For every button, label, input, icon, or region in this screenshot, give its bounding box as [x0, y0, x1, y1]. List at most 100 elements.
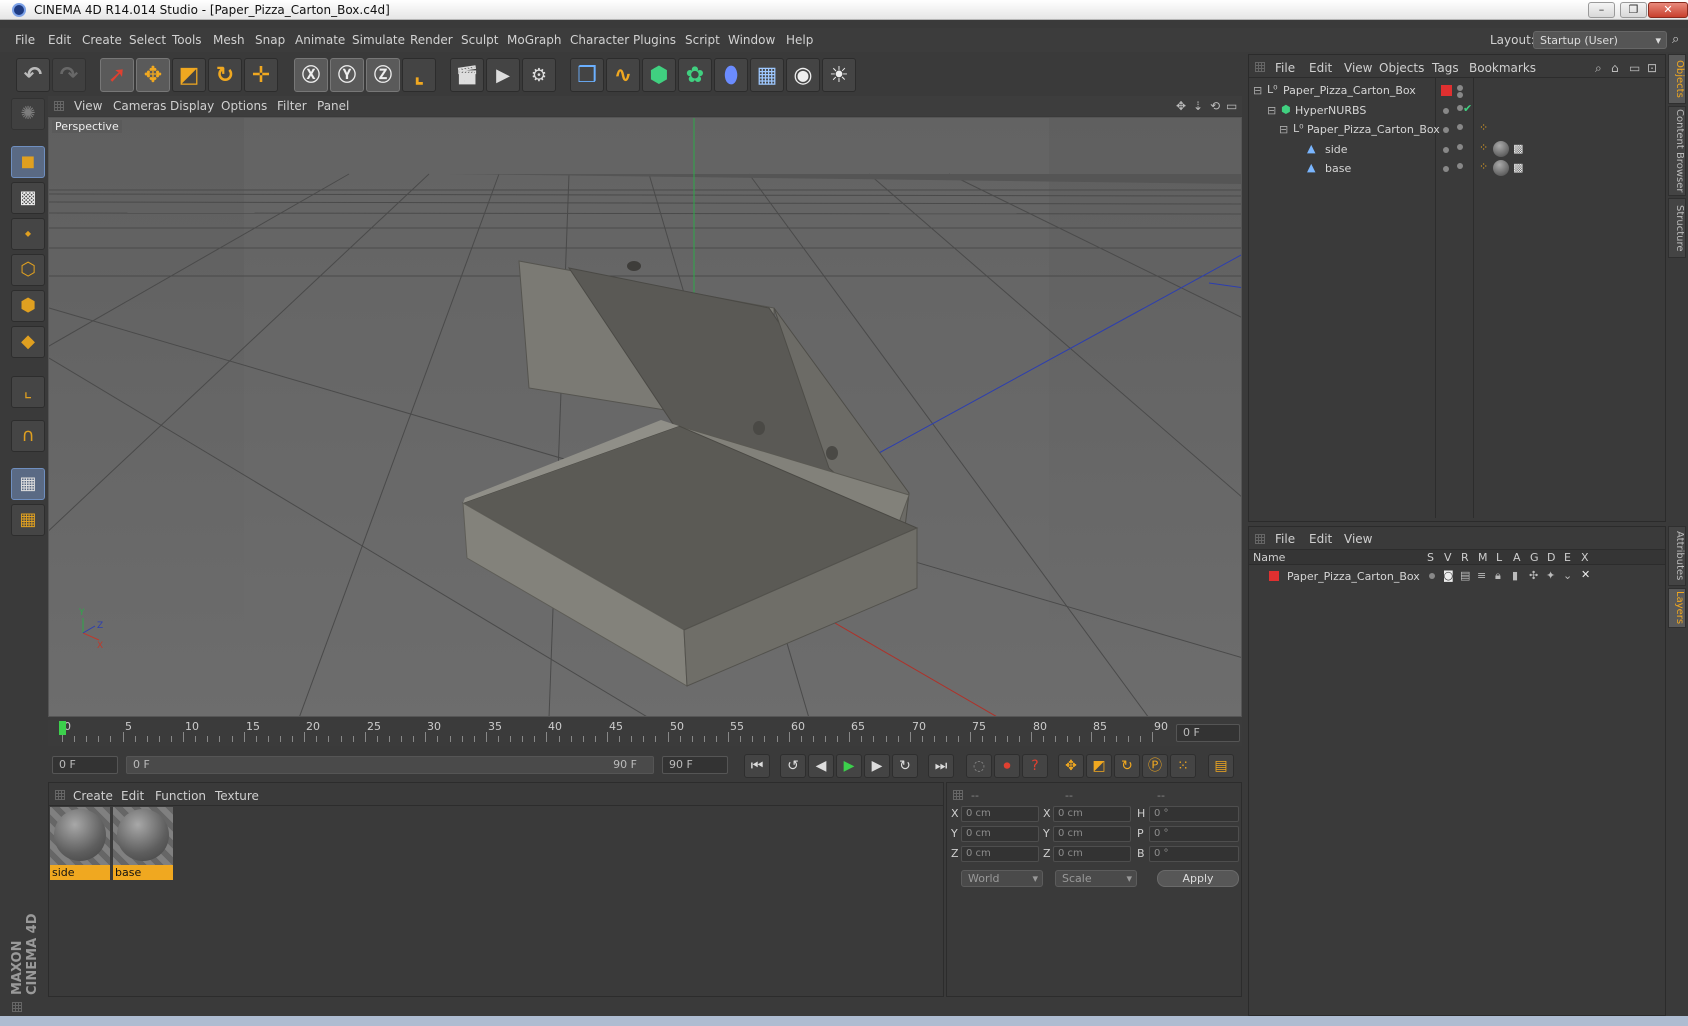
- x-axis-lock-button[interactable]: Ⓧ: [294, 58, 328, 92]
- current-frame-field[interactable]: 0 F: [1176, 724, 1240, 742]
- move-tool-button[interactable]: ✥: [136, 58, 170, 92]
- pan-view-icon[interactable]: ✥: [1176, 99, 1186, 113]
- phong-tag-icon[interactable]: ⁘: [1479, 141, 1488, 154]
- add-nurbs-button[interactable]: ⬢: [642, 58, 676, 92]
- go-to-start-button[interactable]: ⏮: [744, 754, 770, 778]
- home-icon[interactable]: ⌂: [1611, 61, 1619, 75]
- object-menu-objects[interactable]: Objects: [1379, 61, 1424, 75]
- record-active-objects-button[interactable]: ◌: [966, 754, 992, 778]
- add-cube-button[interactable]: ❒: [570, 58, 604, 92]
- autokeying-button[interactable]: ⏺: [994, 754, 1020, 778]
- editor-visibility-dot[interactable]: [1443, 127, 1449, 133]
- rotate-tool-button[interactable]: ↻: [208, 58, 242, 92]
- object-row[interactable]: ⊟ L⁰ Paper_Pizza_Carton_Box ⁘: [1249, 120, 1667, 139]
- material-tag-icon[interactable]: [1493, 160, 1509, 176]
- coordinate-mode-dropdown[interactable]: World ▾: [961, 870, 1043, 887]
- layer-menu-edit[interactable]: Edit: [1309, 532, 1332, 546]
- column-render[interactable]: R: [1461, 551, 1469, 564]
- menu-snap[interactable]: Snap: [255, 33, 285, 47]
- play-button[interactable]: ▶: [836, 754, 862, 778]
- object-row[interactable]: ⊟ L⁰ Paper_Pizza_Carton_Box: [1249, 81, 1667, 100]
- collapse-toggle-icon[interactable]: ⊟: [1253, 84, 1262, 97]
- layer-menu-file[interactable]: File: [1275, 532, 1295, 546]
- size-mode-dropdown[interactable]: Scale ▾: [1055, 870, 1137, 887]
- viewport-menu-panel[interactable]: Panel: [317, 99, 349, 113]
- workplane-lock-button[interactable]: ▦: [11, 468, 45, 500]
- phong-tag-icon[interactable]: ⁘: [1479, 160, 1488, 173]
- minimize-button[interactable]: –: [1588, 2, 1615, 18]
- redo-button[interactable]: ↷: [52, 58, 86, 92]
- collapse-toggle-icon[interactable]: ⊟: [1267, 104, 1276, 117]
- generator-icon[interactable]: ✣: [1529, 569, 1538, 582]
- add-spline-button[interactable]: ∿: [606, 58, 640, 92]
- object-row[interactable]: ▲ base ⁘ ▩: [1249, 159, 1667, 178]
- tab-structure[interactable]: Structure: [1668, 198, 1686, 258]
- search-icon[interactable]: ⌕: [1595, 61, 1602, 76]
- column-expressions[interactable]: E: [1564, 551, 1571, 564]
- points-mode-button[interactable]: ⬡: [11, 254, 45, 286]
- z-axis-lock-button[interactable]: Ⓩ: [366, 58, 400, 92]
- record-point-level-button[interactable]: ⁙: [1170, 754, 1196, 778]
- editor-visibility-dot[interactable]: [1443, 166, 1449, 172]
- viewport-menu-filter[interactable]: Filter: [277, 99, 307, 113]
- next-frame-button[interactable]: ▶: [864, 754, 890, 778]
- render-view-button[interactable]: 🎬︎: [450, 58, 484, 92]
- render-settings-button[interactable]: ⚙: [522, 58, 556, 92]
- viewport-menu-options[interactable]: Options: [221, 99, 267, 113]
- tab-objects[interactable]: Objects: [1668, 54, 1686, 104]
- tab-layers[interactable]: Layers: [1668, 588, 1686, 628]
- polygons-mode-button[interactable]: ◆: [11, 326, 45, 358]
- scale-tool-button[interactable]: ◩: [172, 58, 206, 92]
- record-rotation-button[interactable]: ↻: [1114, 754, 1140, 778]
- phong-tag-icon[interactable]: ⁘: [1479, 121, 1488, 134]
- material-menu-function[interactable]: Function: [155, 789, 206, 803]
- viewport-menu-display[interactable]: Display: [170, 99, 214, 113]
- end-frame-field[interactable]: 90 F: [662, 756, 728, 774]
- menu-render[interactable]: Render: [410, 33, 453, 47]
- make-editable-button[interactable]: ✺: [11, 98, 45, 130]
- menu-create[interactable]: Create: [82, 33, 122, 47]
- lock-icon[interactable]: 🔒︎: [1495, 569, 1501, 583]
- add-array-button[interactable]: ✿: [678, 58, 712, 92]
- material-tag-icon[interactable]: [1493, 141, 1509, 157]
- close-button[interactable]: ✕: [1648, 2, 1688, 18]
- uvw-tag-icon[interactable]: ▩: [1513, 142, 1523, 155]
- edges-mode-button[interactable]: ⬢: [11, 290, 45, 322]
- record-scale-button[interactable]: ◩: [1086, 754, 1112, 778]
- object-menu-file[interactable]: File: [1275, 61, 1295, 75]
- position-z-field[interactable]: 0 cm: [961, 846, 1039, 862]
- previous-key-button[interactable]: ↺: [780, 754, 806, 778]
- position-y-field[interactable]: 0 cm: [961, 826, 1039, 842]
- layout-dropdown[interactable]: Startup (User) ▾: [1533, 31, 1667, 49]
- column-deformers[interactable]: D: [1547, 551, 1555, 564]
- record-position-button[interactable]: ✥: [1058, 754, 1084, 778]
- add-deformer-button[interactable]: ⬮: [714, 58, 748, 92]
- size-x-field[interactable]: 0 cm: [1053, 806, 1131, 822]
- go-to-end-button[interactable]: ⏭: [928, 754, 954, 778]
- render-visibility-dot[interactable]: [1457, 144, 1463, 150]
- column-generators[interactable]: G: [1530, 551, 1539, 564]
- size-z-field[interactable]: 0 cm: [1053, 846, 1131, 862]
- menu-file[interactable]: File: [15, 33, 35, 47]
- planar-workplane-button[interactable]: ▦: [11, 504, 45, 536]
- previous-frame-button[interactable]: ◀: [808, 754, 834, 778]
- uvw-tag-icon[interactable]: ▩: [1513, 161, 1523, 174]
- rotate-view-icon[interactable]: ⟲: [1210, 99, 1220, 113]
- render-picture-viewer-button[interactable]: ▶: [486, 58, 520, 92]
- timeline-window-button[interactable]: ▤: [1208, 754, 1234, 778]
- position-x-field[interactable]: 0 cm: [961, 806, 1039, 822]
- menu-sculpt[interactable]: Sculpt: [461, 33, 498, 47]
- object-menu-edit[interactable]: Edit: [1309, 61, 1332, 75]
- object-menu-bookmarks[interactable]: Bookmarks: [1469, 61, 1536, 75]
- checkmark-icon[interactable]: ✔: [1463, 102, 1472, 115]
- recent-tool-button[interactable]: ✛: [244, 58, 278, 92]
- expression-icon[interactable]: ⌄: [1563, 569, 1572, 582]
- maximize-view-icon[interactable]: ▭: [1226, 99, 1237, 113]
- editor-visibility-dot[interactable]: [1457, 85, 1463, 91]
- menu-select[interactable]: Select: [129, 33, 166, 47]
- timeline-ruler[interactable]: 0 5 10 15 20 25 30 35 40 45 50 55 60 65 70 75 80 85 90 0 F: [48, 720, 1242, 746]
- collapse-icon[interactable]: ▭: [1629, 61, 1640, 75]
- menu-character[interactable]: Character: [570, 33, 629, 47]
- layer-solo-toggle[interactable]: [1429, 573, 1435, 579]
- model-mode-button[interactable]: ◼: [11, 146, 45, 178]
